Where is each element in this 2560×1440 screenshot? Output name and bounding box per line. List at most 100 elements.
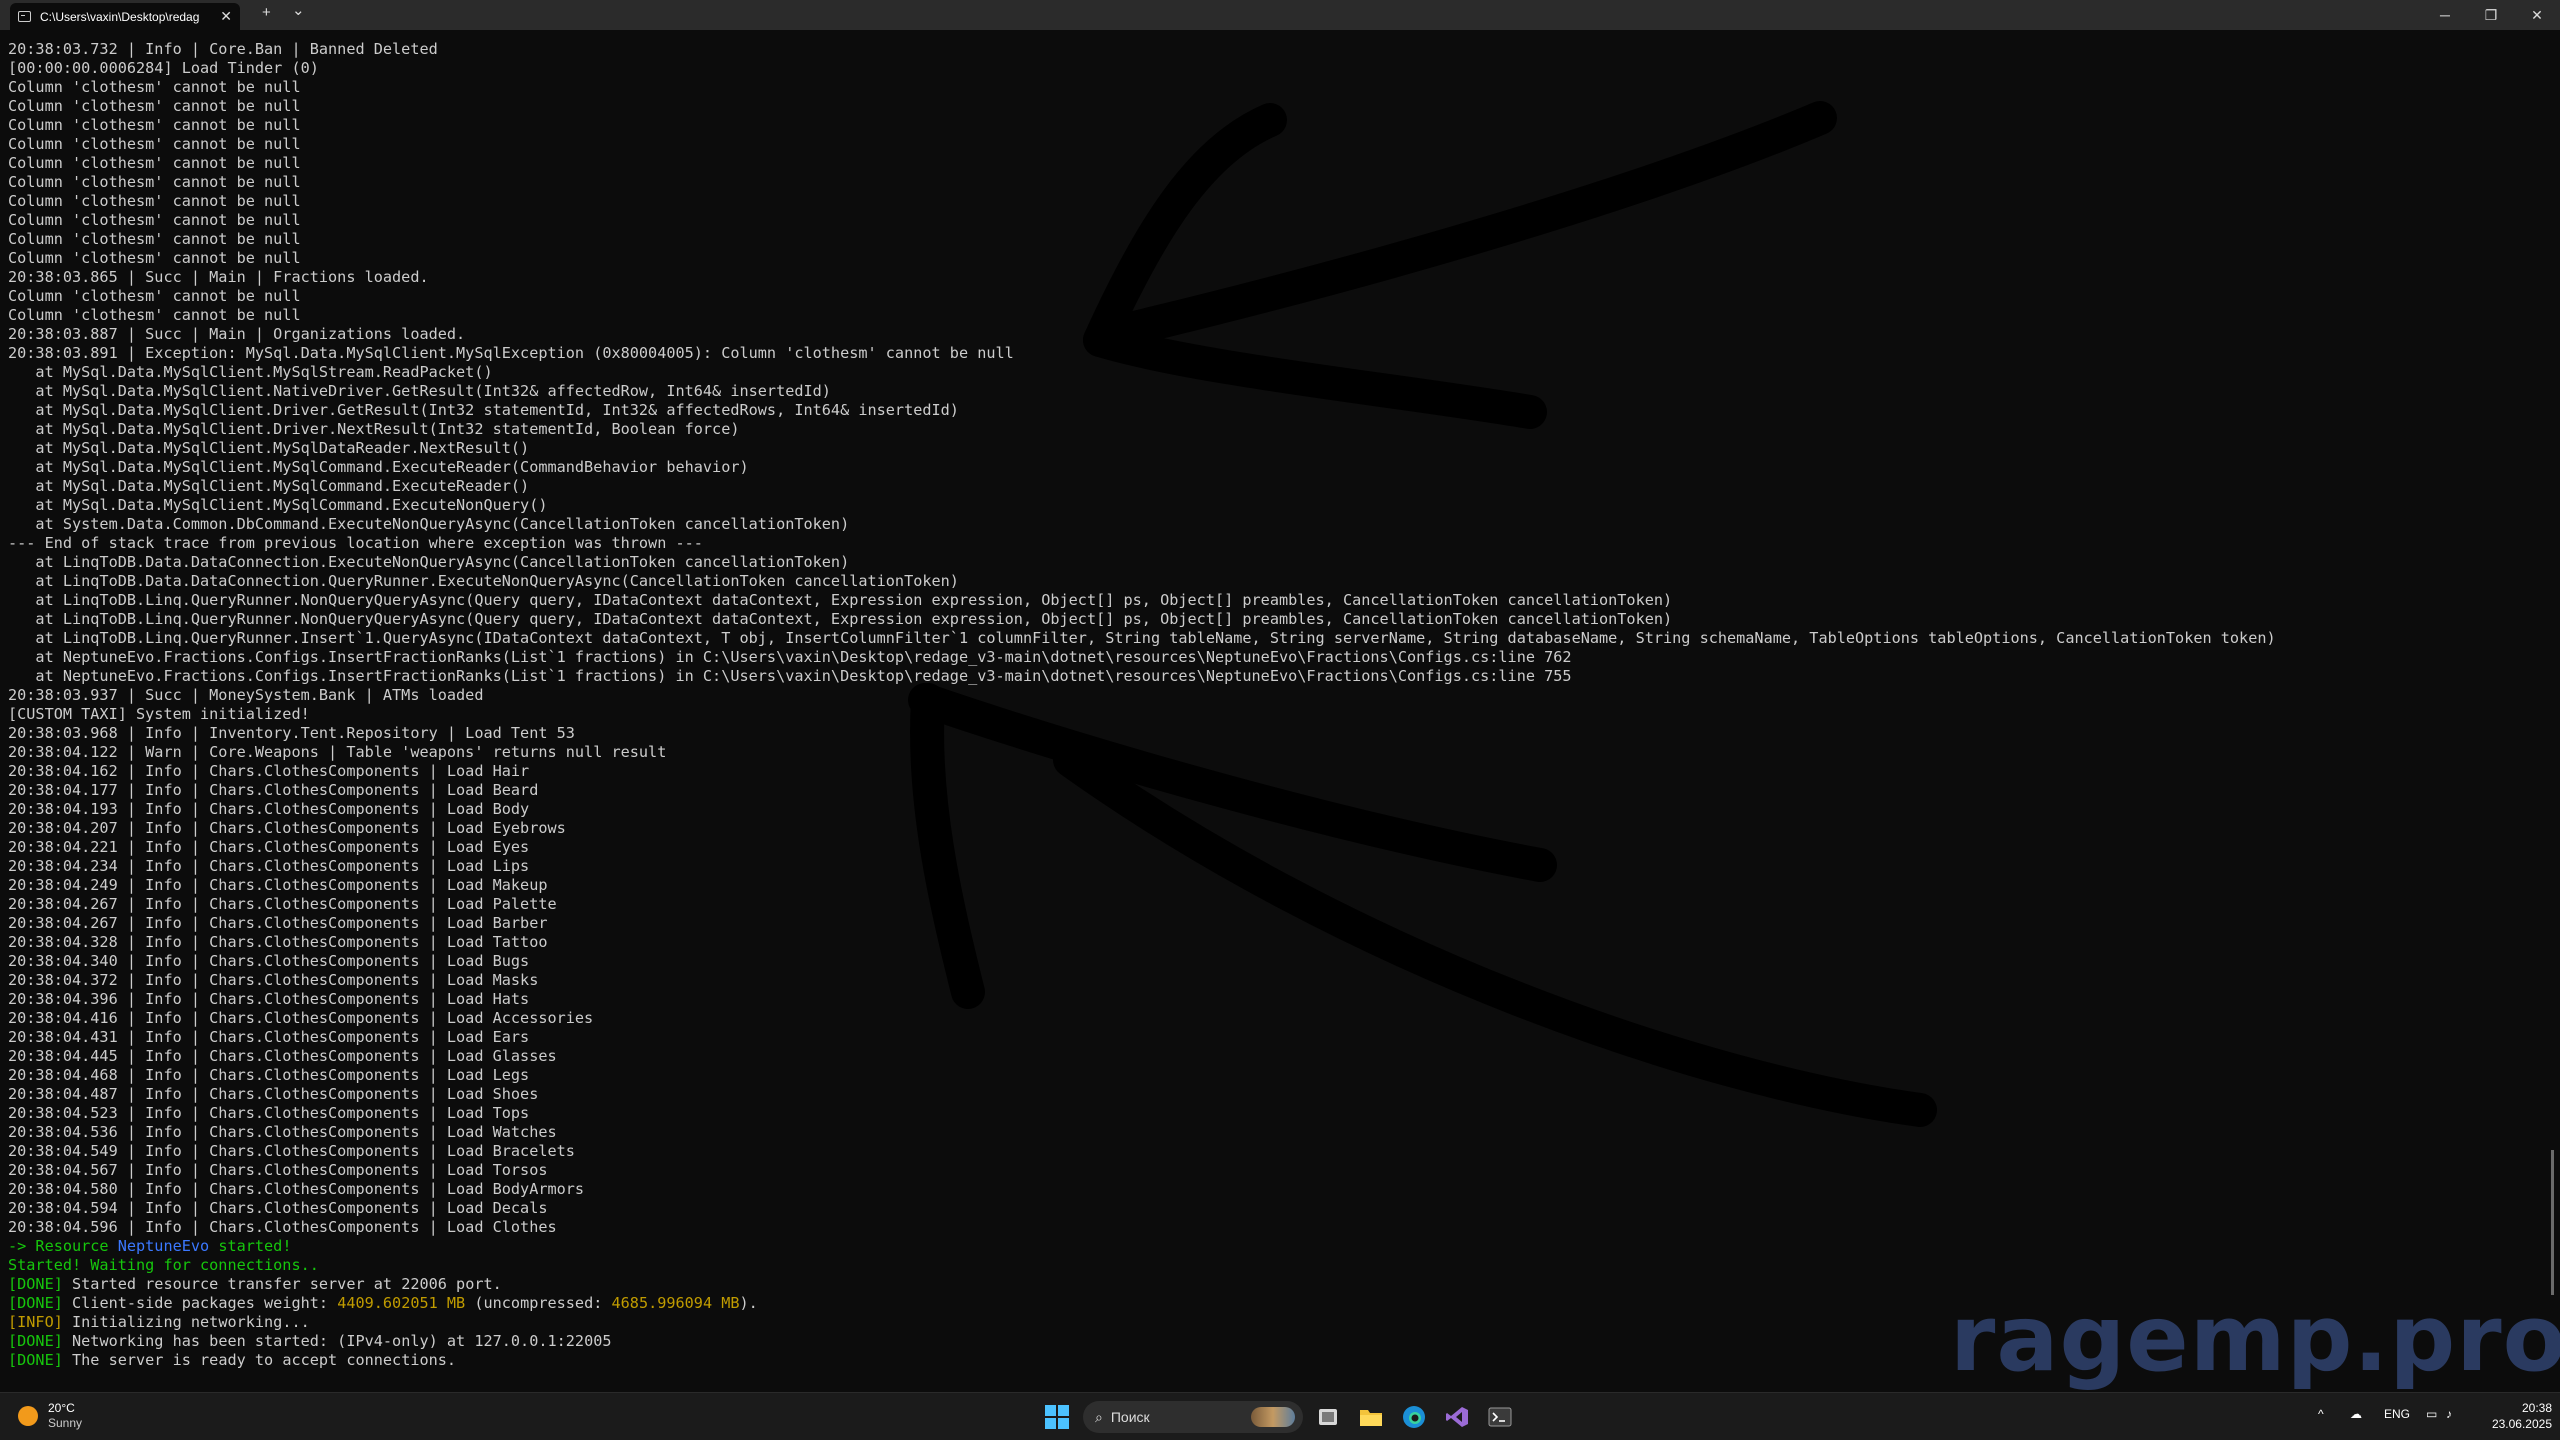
console-line: at MySql.Data.MySqlClient.MySqlCommand.E… [8, 496, 2548, 515]
console-output[interactable]: 20:38:03.732 | Info | Core.Ban | Banned … [8, 40, 2548, 1376]
console-text: 20:38:04.416 | Info | Chars.ClothesCompo… [8, 1009, 594, 1027]
windows-logo-icon [1058, 1418, 1069, 1429]
console-line: Column 'clothesm' cannot be null [8, 97, 2548, 116]
close-button[interactable]: ✕ [2514, 0, 2560, 30]
console-text: 20:38:04.567 | Info | Chars.ClothesCompo… [8, 1161, 548, 1179]
console-text: at LinqToDB.Linq.QueryRunner.NonQueryQue… [8, 591, 1673, 609]
new-tab-button[interactable]: + [262, 4, 271, 21]
console-text: at LinqToDB.Linq.QueryRunner.Insert`1.Qu… [8, 629, 2276, 647]
tray-overflow-icon[interactable]: ^ [2318, 1407, 2324, 1421]
console-text: Column 'clothesm' cannot be null [8, 78, 301, 96]
console-text: Column 'clothesm' cannot be null [8, 173, 301, 191]
console-text: (uncompressed: [465, 1294, 612, 1312]
windows-logo-icon [1045, 1418, 1056, 1429]
network-tray-icon[interactable]: ☁ [2350, 1407, 2362, 1421]
console-line: at LinqToDB.Data.DataConnection.ExecuteN… [8, 553, 2548, 572]
console-text: at MySql.Data.MySqlClient.Driver.GetResu… [8, 401, 959, 419]
windows-logo-icon [1045, 1405, 1056, 1416]
console-line: 20:38:04.177 | Info | Chars.ClothesCompo… [8, 781, 2548, 800]
console-line: at System.Data.Common.DbCommand.ExecuteN… [8, 515, 2548, 534]
console-line: Column 'clothesm' cannot be null [8, 287, 2548, 306]
console-line: 20:38:04.580 | Info | Chars.ClothesCompo… [8, 1180, 2548, 1199]
console-line: Column 'clothesm' cannot be null [8, 192, 2548, 211]
minimize-button[interactable]: ─ [2422, 0, 2468, 30]
console-text: 20:38:04.207 | Info | Chars.ClothesCompo… [8, 819, 566, 837]
console-line: Column 'clothesm' cannot be null [8, 230, 2548, 249]
console-text: at MySql.Data.MySqlClient.MySqlCommand.E… [8, 496, 548, 514]
console-text: 20:38:03.891 | Exception: MySql.Data.MyS… [8, 344, 1014, 362]
tab-dropdown-icon[interactable]: ⌄ [292, 1, 305, 19]
wifi-icon[interactable]: ▭ [2426, 1407, 2437, 1421]
console-text: Column 'clothesm' cannot be null [8, 192, 301, 210]
terminal-button[interactable] [1484, 1401, 1516, 1433]
console-line: 20:38:03.887 | Succ | Main | Organizatio… [8, 325, 2548, 344]
console-text: Column 'clothesm' cannot be null [8, 211, 301, 229]
folder-icon [1360, 1410, 1382, 1426]
console-line: at MySql.Data.MySqlClient.MySqlCommand.E… [8, 477, 2548, 496]
watermark-text: ragemp.pro [1950, 1285, 2560, 1392]
console-scrollbar[interactable] [2551, 1150, 2554, 1295]
console-text: at LinqToDB.Linq.QueryRunner.NonQueryQue… [8, 610, 1673, 628]
console-line: at MySql.Data.MySqlClient.MySqlDataReade… [8, 439, 2548, 458]
console-text: [DONE] [8, 1351, 63, 1369]
console-line: 20:38:04.221 | Info | Chars.ClothesCompo… [8, 838, 2548, 857]
console-text: The server is ready to accept connection… [62, 1351, 457, 1369]
title-bar: C:\Users\vaxin\Desktop\redag ✕ + ⌄ ─ ❐ ✕ [0, 0, 2560, 30]
console-line: at MySql.Data.MySqlClient.NativeDriver.G… [8, 382, 2548, 401]
console-line: 20:38:04.207 | Info | Chars.ClothesCompo… [8, 819, 2548, 838]
console-text: 20:38:04.122 | Warn | Core.Weapons | Tab… [8, 743, 667, 761]
console-line: 20:38:04.193 | Info | Chars.ClothesCompo… [8, 800, 2548, 819]
visual-studio-button[interactable] [1441, 1401, 1473, 1433]
volume-icon[interactable]: ♪ [2446, 1407, 2452, 1421]
taskbar: 20°C Sunny ⌕ Поиск ^ ☁ ENG ▭ ♪ 20:38 23.… [0, 1392, 2560, 1440]
language-indicator[interactable]: ENG [2384, 1407, 2410, 1421]
console-line: 20:38:04.340 | Info | Chars.ClothesCompo… [8, 952, 2548, 971]
edge-button[interactable] [1398, 1401, 1430, 1433]
console-text: Initializing networking... [62, 1313, 310, 1331]
console-text: 20:38:04.396 | Info | Chars.ClothesCompo… [8, 990, 530, 1008]
console-text: 20:38:04.445 | Info | Chars.ClothesCompo… [8, 1047, 557, 1065]
console-text: 4409.602051 MB [337, 1294, 466, 1312]
console-line: at LinqToDB.Linq.QueryRunner.Insert`1.Qu… [8, 629, 2548, 648]
search-highlight-image [1251, 1407, 1295, 1427]
console-line: Column 'clothesm' cannot be null [8, 116, 2548, 135]
system-clock[interactable]: 20:38 23.06.2025 [2470, 1400, 2552, 1432]
console-text: 20:38:03.732 | Info | Core.Ban | Banned … [8, 40, 438, 58]
console-line: 20:38:04.162 | Info | Chars.ClothesCompo… [8, 762, 2548, 781]
console-text: 20:38:04.249 | Info | Chars.ClothesCompo… [8, 876, 548, 894]
console-text: 20:38:04.340 | Info | Chars.ClothesCompo… [8, 952, 530, 970]
weather-widget[interactable]: 20°C Sunny [18, 1401, 82, 1431]
console-text: 20:38:03.968 | Info | Inventory.Tent.Rep… [8, 724, 575, 742]
console-text: 20:38:04.549 | Info | Chars.ClothesCompo… [8, 1142, 575, 1160]
taskbar-search[interactable]: ⌕ Поиск [1083, 1401, 1303, 1433]
terminal-app-icon [1488, 1407, 1512, 1427]
start-button[interactable] [1045, 1405, 1069, 1429]
task-view-icon [1319, 1409, 1337, 1425]
console-line: Column 'clothesm' cannot be null [8, 135, 2548, 154]
console-text: at MySql.Data.MySqlClient.MySqlCommand.E… [8, 458, 749, 476]
console-text: 20:38:04.594 | Info | Chars.ClothesCompo… [8, 1199, 548, 1217]
console-line: 20:38:04.416 | Info | Chars.ClothesCompo… [8, 1009, 2548, 1028]
console-text: Column 'clothesm' cannot be null [8, 230, 301, 248]
console-text: 20:38:04.580 | Info | Chars.ClothesCompo… [8, 1180, 585, 1198]
console-line: at LinqToDB.Linq.QueryRunner.NonQueryQue… [8, 591, 2548, 610]
tab-title: C:\Users\vaxin\Desktop\redag [40, 9, 200, 24]
console-line: 20:38:04.549 | Info | Chars.ClothesCompo… [8, 1142, 2548, 1161]
task-view-button[interactable] [1312, 1401, 1344, 1433]
tab-close-icon[interactable]: ✕ [220, 8, 232, 25]
visual-studio-icon [1446, 1407, 1468, 1427]
console-line: 20:38:04.267 | Info | Chars.ClothesCompo… [8, 895, 2548, 914]
console-line: 20:38:04.487 | Info | Chars.ClothesCompo… [8, 1085, 2548, 1104]
console-line: --- End of stack trace from previous loc… [8, 534, 2548, 553]
console-line: at MySql.Data.MySqlClient.MySqlCommand.E… [8, 458, 2548, 477]
console-line: 20:38:04.596 | Info | Chars.ClothesCompo… [8, 1218, 2548, 1237]
file-explorer-button[interactable] [1355, 1401, 1387, 1433]
console-line: 20:38:04.536 | Info | Chars.ClothesCompo… [8, 1123, 2548, 1142]
console-line: at LinqToDB.Data.DataConnection.QueryRun… [8, 572, 2548, 591]
console-line: 20:38:03.937 | Succ | MoneySystem.Bank |… [8, 686, 2548, 705]
maximize-button[interactable]: ❐ [2468, 0, 2514, 30]
console-line: 20:38:04.249 | Info | Chars.ClothesCompo… [8, 876, 2548, 895]
terminal-tab[interactable]: C:\Users\vaxin\Desktop\redag ✕ [10, 3, 240, 30]
console-text: at NeptuneEvo.Fractions.Configs.InsertFr… [8, 648, 1572, 666]
console-text: at System.Data.Common.DbCommand.ExecuteN… [8, 515, 850, 533]
